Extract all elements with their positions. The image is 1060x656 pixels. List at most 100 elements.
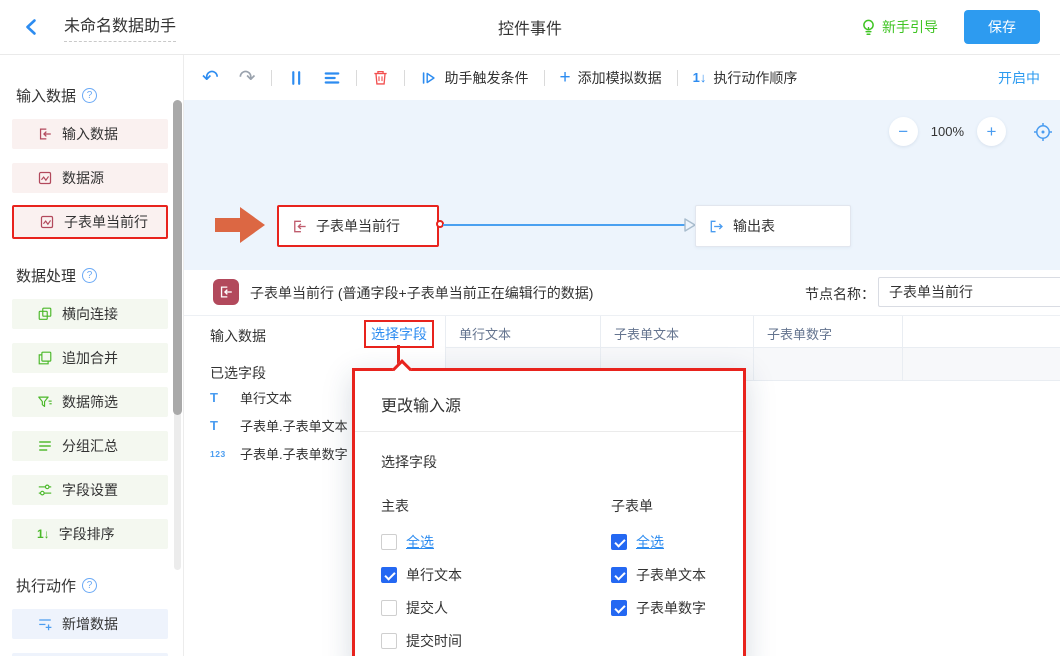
beginner-guide-label: 新手引导 [882, 17, 938, 37]
sidebar-item-field-settings[interactable]: 字段设置 [12, 475, 168, 505]
checkbox[interactable] [611, 567, 627, 583]
help-icon[interactable] [82, 268, 97, 283]
topbar-actions: 新手引导 保存 [860, 10, 1060, 44]
filter-icon [37, 394, 53, 410]
flow-connection-line [443, 224, 685, 226]
checkbox[interactable] [381, 600, 397, 616]
recenter-button[interactable] [1032, 121, 1054, 143]
sidebar-item-subform-current-row[interactable]: 子表单当前行 [12, 205, 168, 239]
list-item-field[interactable]: 123 子表单.子表单数字 [210, 444, 348, 463]
checkbox-option[interactable]: 单行文本 [381, 565, 611, 585]
select-fields-link[interactable]: 选择字段 [371, 326, 427, 342]
import-icon [291, 218, 308, 235]
zoom-in-button[interactable]: + [977, 117, 1006, 146]
sliders-icon [37, 482, 53, 498]
checkbox[interactable] [611, 600, 627, 616]
list-item-field[interactable]: T 子表单.子表单文本 [210, 416, 348, 435]
align-horizontal-button[interactable] [323, 69, 341, 87]
sidebar-item-add-data[interactable]: 新增数据 [12, 609, 168, 639]
list-item-field[interactable]: T 单行文本 [210, 388, 292, 407]
column-header [902, 316, 1060, 347]
sidebar-item-input-data[interactable]: 输入数据 [12, 119, 168, 149]
checkbox[interactable] [381, 567, 397, 583]
canvas-toolbar: ↶ ↷ [184, 55, 1060, 100]
top-bar: 未命名数据助手 控件事件 新手引导 保存 [0, 0, 1060, 55]
sidebar-item-data-filter[interactable]: 数据筛选 [12, 387, 168, 417]
checkbox[interactable] [611, 534, 627, 550]
status-badge[interactable]: 开启中 [998, 68, 1060, 88]
minus-icon: − [898, 122, 908, 142]
undo-button[interactable]: ↶ [202, 68, 219, 88]
node-description: 子表单当前行 (普通字段+子表单当前正在编辑行的数据) [250, 283, 593, 303]
subform-group: 子表单 全选 子表单文本 子表单数字 [611, 496, 706, 656]
delete-node-button[interactable] [372, 69, 389, 86]
zoom-out-button[interactable]: − [889, 117, 918, 146]
chart-box-icon [37, 170, 53, 186]
save-button[interactable]: 保存 [964, 10, 1040, 44]
annotation-box-select-fields: 选择字段 [364, 320, 434, 348]
trash-icon [372, 69, 389, 86]
back-chevron-icon [22, 17, 42, 37]
sidebar-item-horizontal-join[interactable]: 横向连接 [12, 299, 168, 329]
checkbox[interactable] [381, 534, 397, 550]
checkbox-option[interactable]: 提交时间 [381, 631, 611, 651]
trigger-play-icon [420, 69, 438, 87]
column-header: 子表单数字 [753, 316, 902, 347]
node-config-header: 子表单当前行 (普通字段+子表单当前正在编辑行的数据) 节点名称： [184, 270, 1060, 315]
undo-icon: ↶ [202, 68, 219, 88]
node-name-input[interactable] [878, 277, 1060, 307]
column-header: 子表单文本 [600, 316, 753, 347]
toolbar-divider [271, 70, 272, 86]
assistant-title[interactable]: 未命名数据助手 [64, 12, 176, 42]
table-header-row: 单行文本 子表单文本 子表单数字 [445, 316, 1060, 348]
import-icon [37, 126, 53, 142]
back-button[interactable] [22, 17, 42, 37]
action-order-button[interactable]: 1↓ 执行动作顺序 [693, 68, 798, 88]
checkbox[interactable] [381, 633, 397, 649]
popover-title: 更改输入源 [355, 371, 743, 432]
node-type-icon [213, 279, 239, 305]
plus-icon: + [987, 122, 997, 142]
entry-arrow-icon [213, 203, 267, 247]
checkbox-option[interactable]: 子表单文本 [611, 565, 706, 585]
help-icon[interactable] [82, 88, 97, 103]
bulb-icon [860, 18, 877, 36]
selected-fields-label: 已选字段 [210, 363, 266, 383]
flow-canvas: − 100% + 子表单当前行 [184, 100, 1060, 270]
text-field-icon: T [210, 418, 232, 433]
chart-box-icon [39, 214, 55, 230]
section-title-data-process: 数据处理 [16, 265, 183, 286]
redo-icon: ↷ [239, 68, 256, 88]
checkbox-option[interactable]: 子表单数字 [611, 598, 706, 618]
column-header: 单行文本 [445, 316, 600, 347]
toolbar-divider [677, 70, 678, 86]
sidebar-item-datasource[interactable]: 数据源 [12, 163, 168, 193]
app-window: 未命名数据助手 控件事件 新手引导 保存 输入数据 输入数据 [0, 0, 1060, 656]
node-output-table[interactable]: 输出表 [695, 205, 851, 247]
trigger-condition-button[interactable]: 助手触发条件 [420, 68, 529, 88]
help-icon[interactable] [82, 578, 97, 593]
node-subform-current-row[interactable]: 子表单当前行 [277, 205, 439, 247]
redo-button[interactable]: ↷ [219, 68, 256, 88]
align-vertical-button[interactable] [287, 69, 305, 87]
main-table-group: 主表 全选 单行文本 提交人 提交时间 [381, 496, 611, 656]
toolbar-divider [544, 70, 545, 86]
sidebar-scrollbar-thumb[interactable] [173, 100, 182, 415]
select-fields-section-label: 选择字段 [381, 452, 717, 472]
checkbox-option[interactable]: 全选 [381, 532, 611, 552]
horizontal-join-icon [37, 306, 53, 322]
beginner-guide-button[interactable]: 新手引导 [860, 17, 938, 37]
export-icon [708, 218, 725, 235]
sidebar-item-group-summary[interactable]: 分组汇总 [12, 431, 168, 461]
checkbox-option[interactable]: 全选 [611, 532, 706, 552]
sidebar-item-append-merge[interactable]: 追加合并 [12, 343, 168, 373]
plus-icon: + [560, 68, 571, 87]
field-groups: 主表 全选 单行文本 提交人 提交时间 [381, 496, 717, 656]
toolbar-divider [356, 70, 357, 86]
section-title-actions: 执行动作 [16, 575, 183, 596]
number-field-icon: 123 [210, 449, 232, 459]
checkbox-option[interactable]: 提交人 [381, 598, 611, 618]
sidebar-item-field-sort[interactable]: 1↓ 字段排序 [12, 519, 168, 549]
group-list-icon [37, 438, 53, 454]
add-mock-data-button[interactable]: + 添加模拟数据 [560, 68, 662, 88]
